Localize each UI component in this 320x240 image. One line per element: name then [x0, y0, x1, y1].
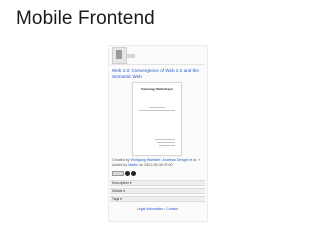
cc-by-icon [125, 171, 130, 176]
section-label: Tags ▾ [112, 197, 122, 201]
document-subtitle: ... [156, 92, 158, 94]
added-by-label: Added by [112, 163, 128, 167]
document-text-line [159, 145, 175, 146]
app-logo-icon[interactable] [112, 47, 127, 64]
added-by-line: Added by Martin on 2001-08-08 07:00 [112, 163, 204, 167]
logo-mark [116, 50, 122, 59]
section-label: Description ▾ [112, 181, 132, 185]
section-label: Details ▾ [112, 189, 126, 193]
legal-information-link[interactable]: Legal Information [137, 207, 163, 211]
cc-nc-icon [131, 171, 136, 176]
created-by-label: Created by [112, 158, 130, 162]
header-divider [110, 64, 205, 65]
footer-links: Legal Information • Contact [110, 207, 205, 211]
created-by-line: Created by Wolfgang Wahlster, Andreas De… [112, 158, 204, 162]
document-text-line [149, 107, 165, 108]
added-date: on 2001-08-08 07:00 [139, 163, 173, 167]
logo-wordmark [127, 54, 135, 58]
document-title: Technology Watch Report [141, 88, 173, 91]
document-text-line [157, 142, 175, 143]
page-heading[interactable]: Web 2.0: Convergence of Web 2.0 and the … [112, 68, 204, 80]
tags-section-toggle[interactable]: Tags ▾ [110, 196, 205, 202]
document-text-line [155, 139, 175, 140]
slide-title: Mobile Frontend [16, 8, 155, 29]
document-thumbnail[interactable]: Technology Watch Report ... [132, 82, 182, 156]
details-section-toggle[interactable]: Details ▾ [110, 188, 205, 194]
more-authors-marker[interactable]: » [198, 158, 200, 162]
document-text-line [139, 110, 175, 111]
description-section-toggle[interactable]: Description ▾ [110, 180, 205, 186]
contact-link[interactable]: Contact [166, 207, 178, 211]
authors-link[interactable]: Wolfgang Wahlster, Andreas Dengel et al. [131, 158, 197, 162]
added-by-user-link[interactable]: Martin [128, 163, 138, 167]
cc-license-icon [112, 171, 124, 176]
